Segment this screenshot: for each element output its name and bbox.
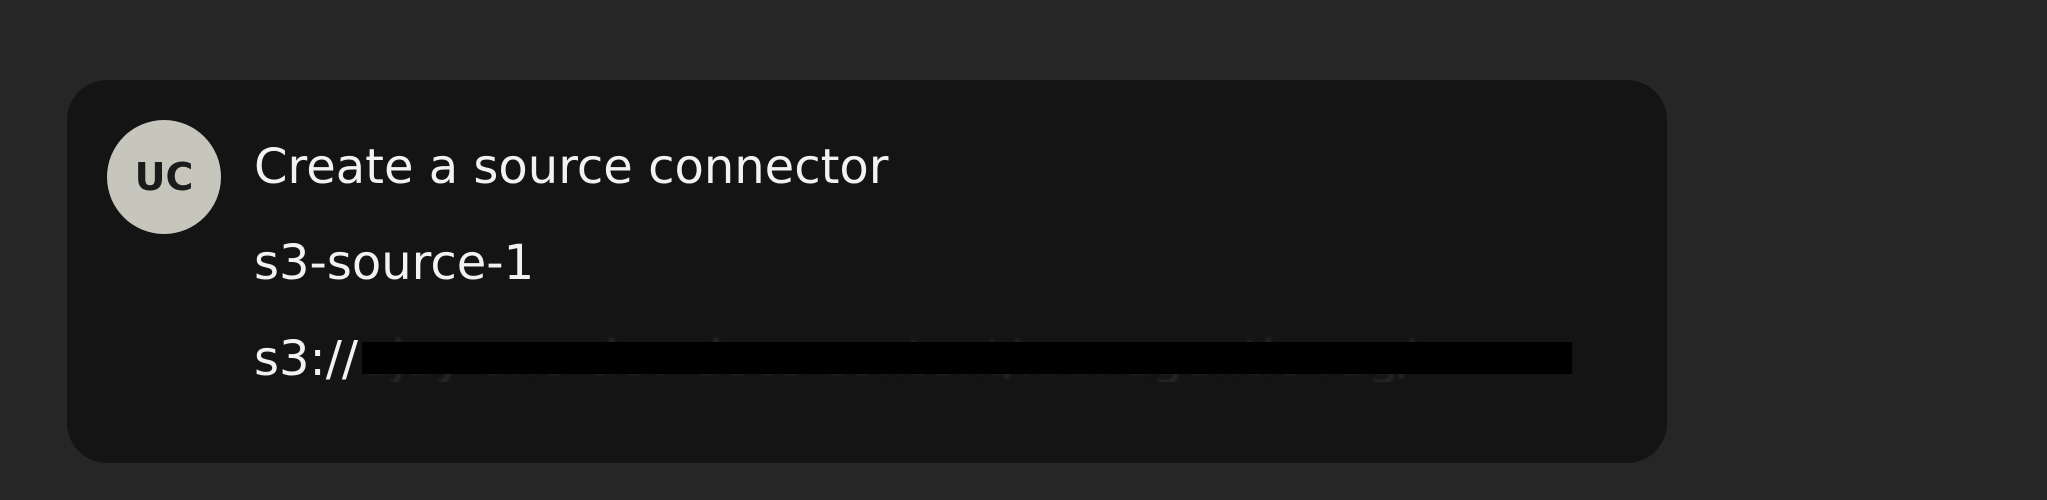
user-message-card: UC Create a source connector s3-source-1… — [67, 80, 1667, 463]
user-avatar: UC — [107, 120, 221, 234]
uri-prefix: s3:// — [254, 331, 359, 387]
message-body: Create a source connector s3-source-1 s3… — [254, 138, 1607, 388]
message-title: Create a source connector — [254, 139, 889, 195]
connector-name: s3-source-1 — [254, 235, 535, 291]
source-uri: s3:// ajay-uno-dev-docs-content/xxx-agen… — [254, 330, 1607, 388]
redacted-uri: ajay-uno-dev-docs-content/xxx-agentic-ra… — [362, 334, 1573, 382]
redaction-bar — [362, 342, 1573, 374]
